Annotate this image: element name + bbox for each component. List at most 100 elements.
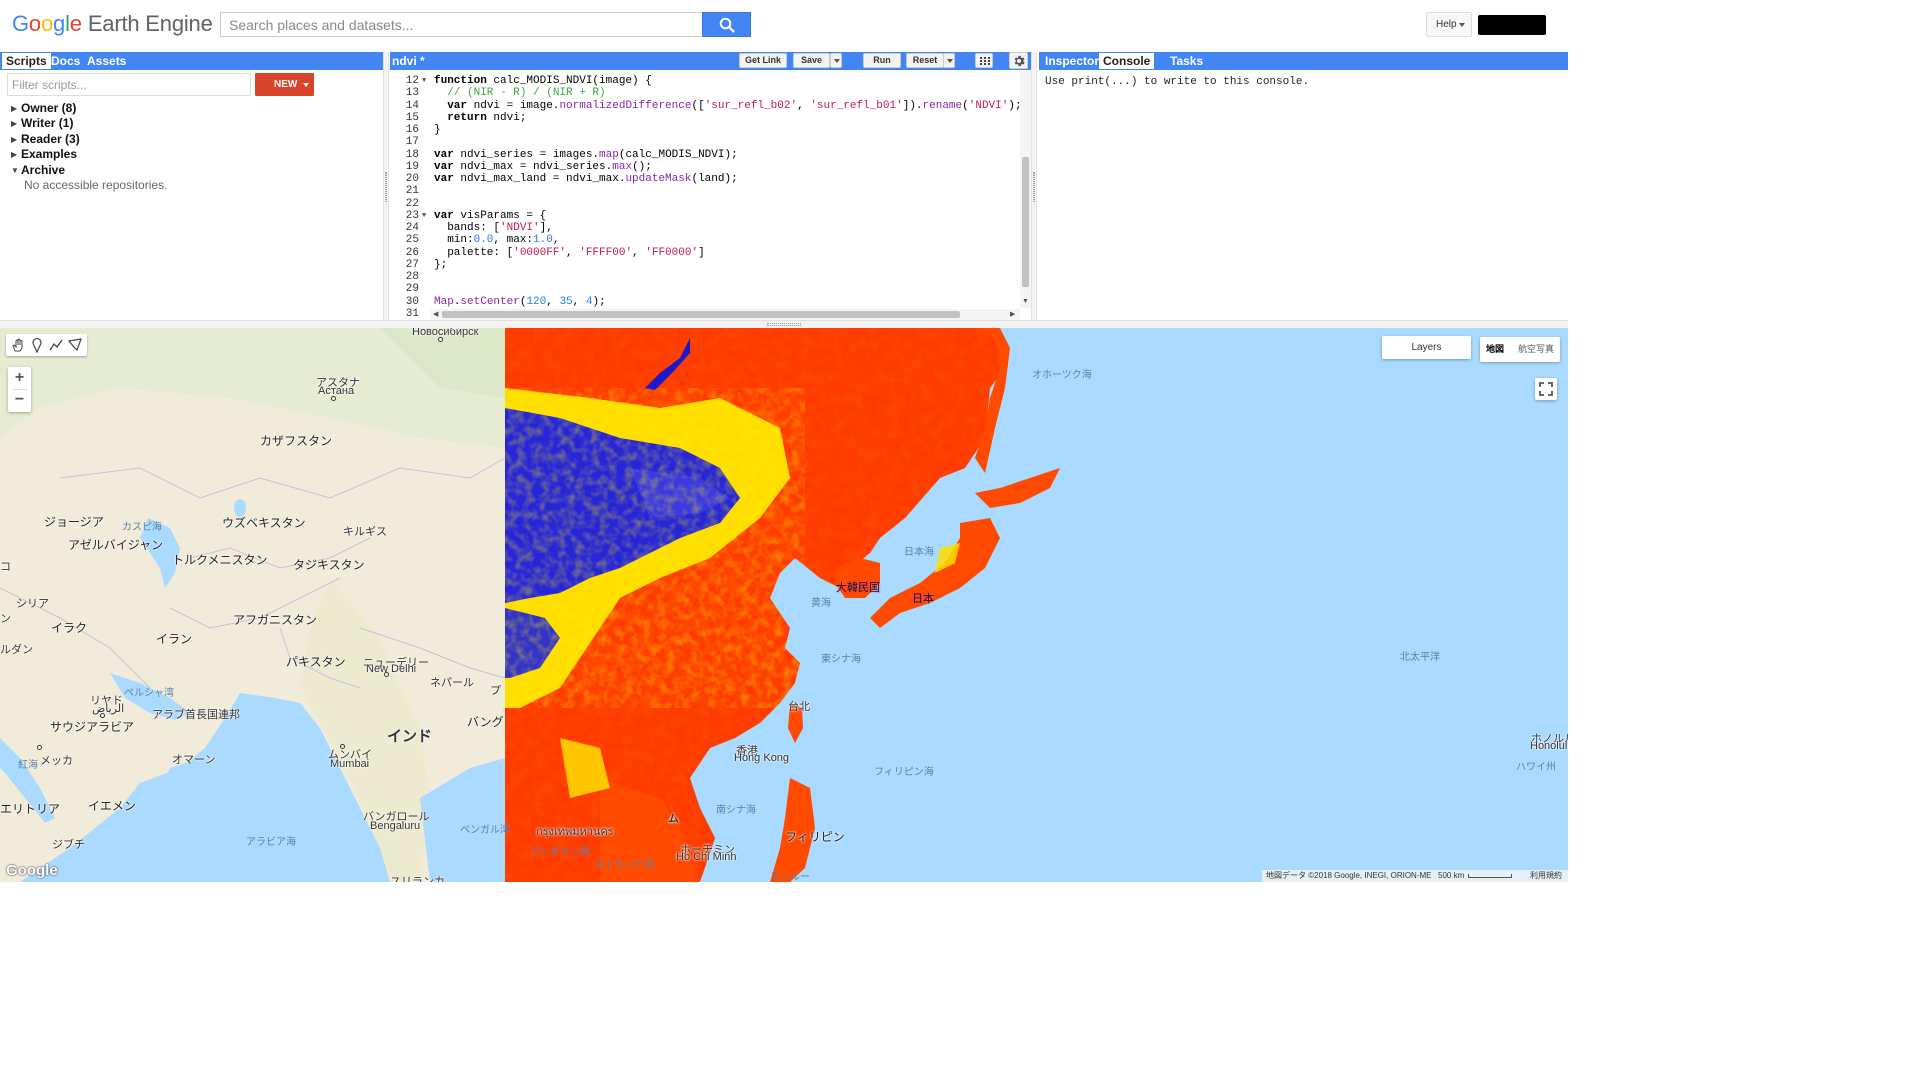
tree-item-reader[interactable]: ▶ Reader (3) [11,132,80,146]
map-label: フィリピン [785,830,845,844]
terms-link[interactable]: 利用規約 [1530,870,1562,882]
code-line[interactable]: 17 [390,136,1020,148]
marker-icon[interactable] [29,337,45,353]
code-line[interactable]: 27}; [390,259,1020,271]
code-line[interactable]: 14 var ndvi = image.normalizedDifference… [390,99,1022,112]
fullscreen-button[interactable] [1535,378,1557,400]
editor-vertical-scrollbar[interactable] [1020,72,1031,308]
tree-item-writer[interactable]: ▶ Writer (1) [11,116,73,130]
new-script-button[interactable]: NEW [255,73,314,96]
map-label: 台北 [788,701,810,713]
map-label: ジョージア [44,515,104,529]
code-line[interactable]: 19 var ndvi_max = ndvi_series.max(); [390,161,1020,173]
tab-scripts[interactable]: Scripts [2,53,51,69]
code-token: 35 [559,295,573,308]
scrollbar-thumb[interactable] [1022,157,1029,287]
city-dot-icon [438,337,443,342]
code-line[interactable]: 21 [390,185,1020,197]
code-token: , [566,246,580,259]
code-line[interactable]: 13 // (NIR - R) / (NIR + R) [390,87,1020,99]
zoom-in-button[interactable]: + [8,367,31,389]
run-button[interactable]: Run [863,53,901,68]
code-token: return [447,111,487,124]
code-line[interactable]: 12 ▼ function calc_MODIS_NDVI(image) { [390,75,1020,87]
code-line[interactable]: 23 ▼ var visParams = { [390,210,1020,222]
script-title[interactable]: ndvi * [392,54,425,68]
scale-label[interactable]: 500 km [1438,870,1464,882]
hand-pan-icon[interactable] [10,337,26,353]
tab-console[interactable]: Console [1099,53,1155,69]
editor-horizontal-scrollbar[interactable] [430,309,1020,320]
code-token: palette: [ [434,246,514,259]
save-dropdown-button[interactable] [830,53,842,68]
code-line[interactable]: 26 palette: ['0000FF', 'FFFF00', 'FF0000… [390,247,1020,259]
tree-item-examples[interactable]: ▶ Examples [11,147,77,161]
code-token: }; [434,258,448,271]
code-token: ndvi_max = ndvi_series. [453,160,613,173]
code-token: normalizedDifference [559,99,692,112]
map-type-map-button[interactable]: 地図 [1480,337,1510,362]
help-label: Help [1436,19,1457,30]
scrollbar-thumb[interactable] [442,311,960,318]
layers-button[interactable]: Layers [1382,336,1471,359]
scroll-down-arrow-icon[interactable]: ▼ [1022,298,1029,305]
help-button[interactable]: Help [1426,12,1472,37]
reset-dropdown-button[interactable] [943,53,955,68]
reset-button[interactable]: Reset [906,53,944,68]
caret-down-icon: ▼ [11,166,19,175]
new-label: NEW [274,79,298,90]
apps-button[interactable] [975,53,993,68]
code-line[interactable]: 18 var ndvi_series = images.map(calc_MODI… [390,149,1020,161]
filter-scripts-input[interactable] [7,73,251,96]
save-button[interactable]: Save [793,53,830,68]
left-splitter[interactable] [383,52,389,322]
line-icon[interactable] [48,337,64,353]
user-account-button[interactable] [1478,15,1546,35]
code-line[interactable]: 25 min:0.0, max:1.0, [390,234,1020,246]
tree-item-label: Examples [21,147,78,161]
code-editor[interactable]: 12 ▼ function calc_MODIS_NDVI(image) {13 /… [390,70,1031,320]
get-link-button[interactable]: Get Link [739,53,787,68]
code-token: 'FFFF00' [579,246,633,259]
code-line[interactable]: 22 [390,198,1020,210]
map-canvas[interactable]: Новосибирск アスタナ Астана カザフスタン ジョージア カスピ… [0,328,1568,882]
tree-item-archive[interactable]: ▼ Archive [11,163,65,177]
tab-inspector[interactable]: Inspector [1041,53,1103,69]
code-text: return ndvi; [434,112,526,124]
map-label: スールー [770,872,810,882]
code-token: ( [962,99,969,112]
code-line[interactable]: 24 bands: ['NDVI'], [390,222,1020,234]
code-line[interactable]: 15 return ndvi; [390,112,1020,124]
fold-arrow-icon[interactable]: ▼ [422,210,426,222]
chevron-down-icon [834,59,840,63]
code-line[interactable]: 20 var ndvi_max_land = ndvi_max.updateMas… [390,173,1020,185]
right-splitter[interactable] [1031,52,1037,322]
search-input[interactable] [220,12,702,37]
code-line[interactable]: 16} [390,124,1020,136]
tab-tasks[interactable]: Tasks [1166,53,1207,69]
code-line[interactable]: 30 Map.setCenter(120, 35, 4); [390,296,1020,308]
tree-item-owner[interactable]: ▶ Owner (8) [11,101,76,115]
map-type-satellite-button[interactable]: 航空写真 [1512,337,1560,362]
code-token: ndvi = image. [467,99,560,112]
code-token: ndvi_series = images. [453,148,600,161]
splitter-grip-icon [385,172,387,202]
scroll-right-arrow-icon[interactable]: ▶ [1010,310,1015,318]
map-splitter[interactable] [0,320,1568,328]
tab-assets[interactable]: Assets [83,53,130,69]
scroll-left-arrow-icon[interactable]: ◀ [433,310,438,318]
tab-docs[interactable]: Docs [47,53,84,69]
code-line[interactable]: 29 [390,283,1020,295]
search-button[interactable] [702,12,751,37]
map-label: กรุงเทพมหานคร [536,826,614,838]
google-earth-engine-logo[interactable]: Google Earth Engine [12,11,213,37]
code-token: ] [698,246,705,259]
fold-arrow-icon[interactable]: ▼ [422,75,426,87]
map-label: パキスタン [286,655,346,669]
polygon-icon[interactable] [67,337,83,353]
zoom-out-button[interactable]: − [8,390,31,412]
google-logo[interactable]: Google [6,862,58,879]
map-label: サウジアラビア [50,720,135,734]
settings-button[interactable] [1009,52,1028,69]
code-line[interactable]: 28 [390,271,1020,283]
